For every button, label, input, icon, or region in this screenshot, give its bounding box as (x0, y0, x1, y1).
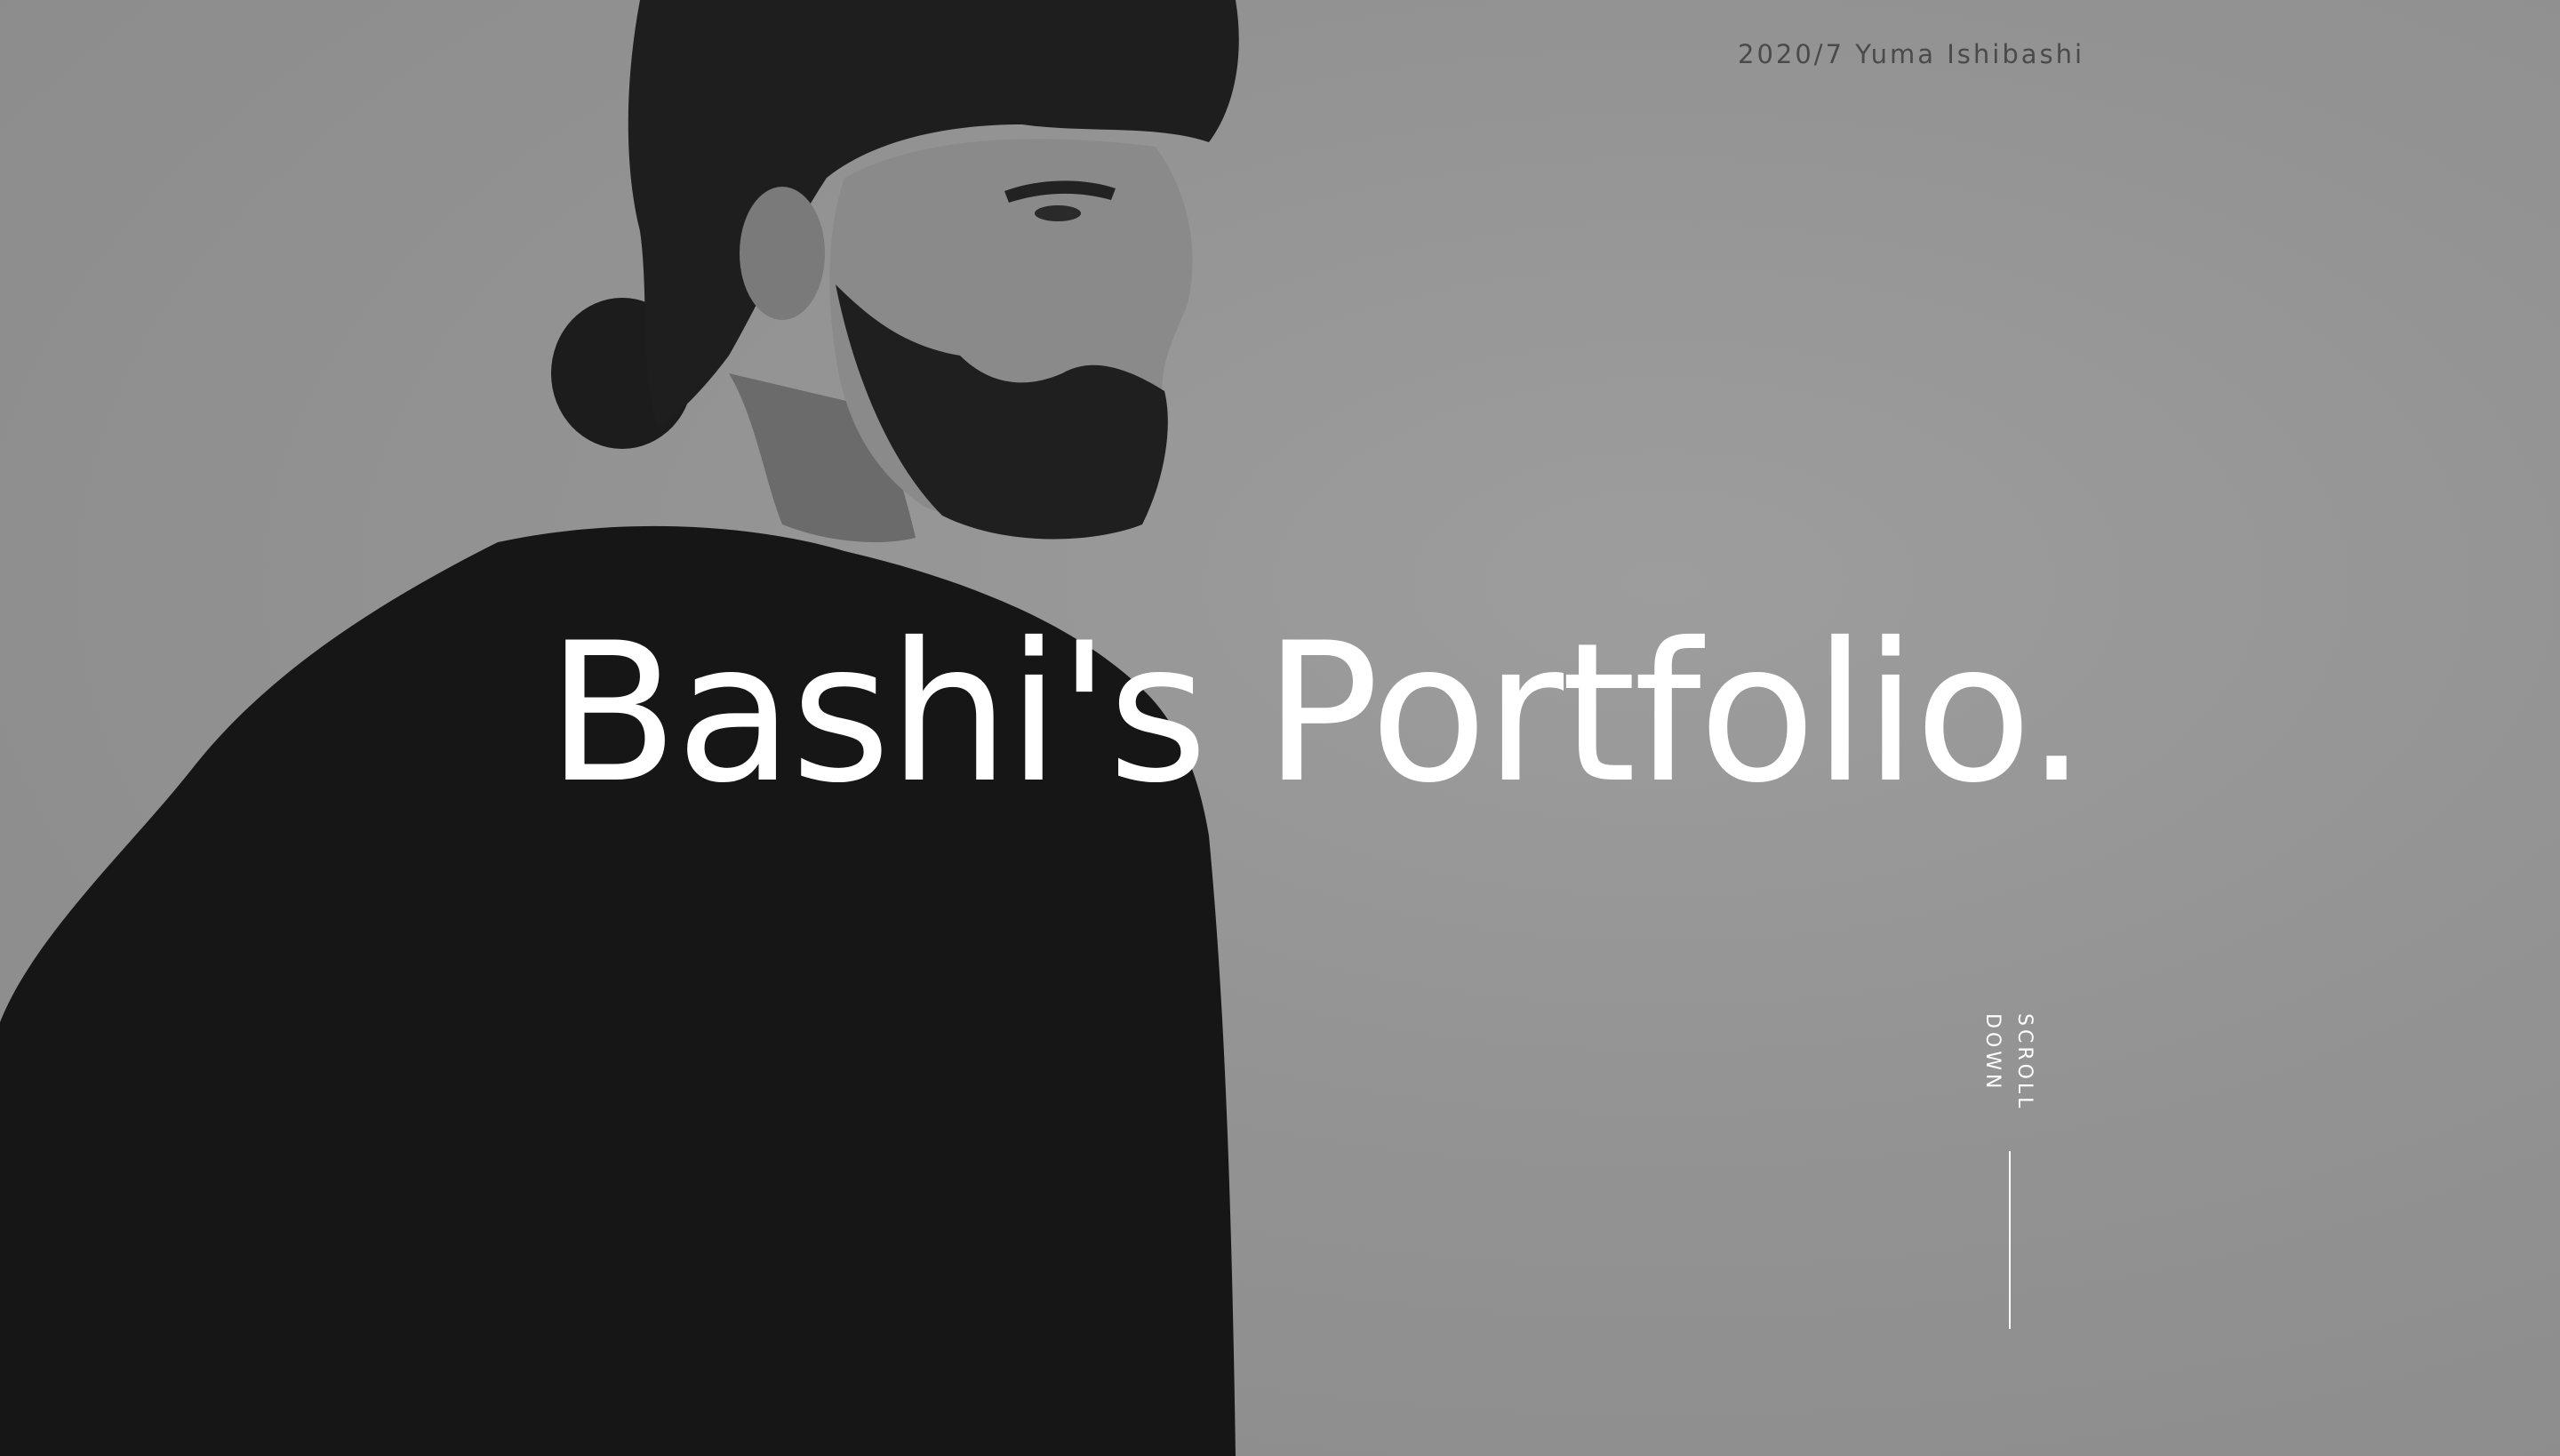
scroll-down-label: SCROLL DOWN (1981, 1013, 2036, 1112)
photo-eye (1035, 205, 1081, 221)
scroll-line-divider (2009, 1151, 2011, 1329)
photo-ear (740, 187, 825, 320)
scroll-down-indicator[interactable]: SCROLL DOWN (1969, 1013, 2040, 1333)
date-author-label: 2020/7 Yuma Ishibashi (1738, 39, 2085, 69)
hero-section: 2020/7 Yuma Ishibashi Bashi's Portfolio.… (0, 0, 2560, 1456)
page-title: Bashi's Portfolio. (547, 602, 2087, 825)
